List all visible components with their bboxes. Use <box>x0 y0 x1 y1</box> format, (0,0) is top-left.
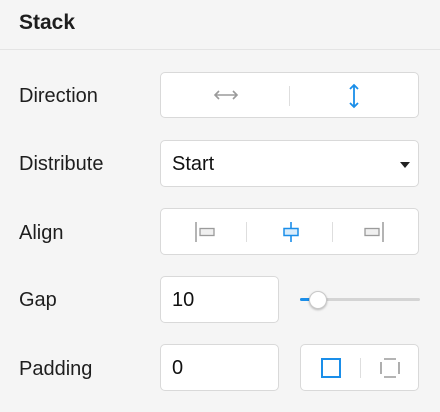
distribute-value: Start <box>172 153 215 175</box>
chevron-down-icon <box>400 162 410 168</box>
padding-individual-icon <box>380 358 400 378</box>
vertical-arrows-icon <box>349 83 359 109</box>
slider-thumb[interactable] <box>309 291 327 309</box>
distribute-label: Distribute <box>19 153 104 175</box>
direction-label: Direction <box>19 85 98 107</box>
align-right-button[interactable] <box>333 209 418 254</box>
direction-vertical-button[interactable] <box>290 73 418 117</box>
align-label: Align <box>19 222 64 244</box>
direction-horizontal-button[interactable] <box>161 73 289 117</box>
padding-uniform-button[interactable] <box>301 345 360 390</box>
gap-input[interactable]: 10 <box>160 276 279 323</box>
align-left-button[interactable] <box>161 209 246 254</box>
padding-mode-control <box>300 344 419 391</box>
direction-segmented-control <box>160 72 419 118</box>
align-segmented-control <box>160 208 419 255</box>
padding-label: Padding <box>19 358 93 380</box>
padding-value: 0 <box>172 357 184 379</box>
align-right-icon <box>364 222 384 242</box>
gap-value: 10 <box>172 289 195 311</box>
padding-uniform-icon <box>321 358 341 378</box>
padding-individual-button[interactable] <box>361 345 419 390</box>
panel-header: Stack <box>0 0 440 50</box>
gap-slider[interactable] <box>300 290 420 310</box>
align-center-button[interactable] <box>247 209 332 254</box>
gap-label: Gap <box>19 289 57 311</box>
align-center-icon <box>283 222 299 242</box>
panel-title: Stack <box>19 11 76 34</box>
horizontal-arrows-icon <box>213 90 239 100</box>
padding-input[interactable]: 0 <box>160 344 279 391</box>
distribute-select[interactable]: Start <box>160 140 419 187</box>
align-left-icon <box>195 222 215 242</box>
